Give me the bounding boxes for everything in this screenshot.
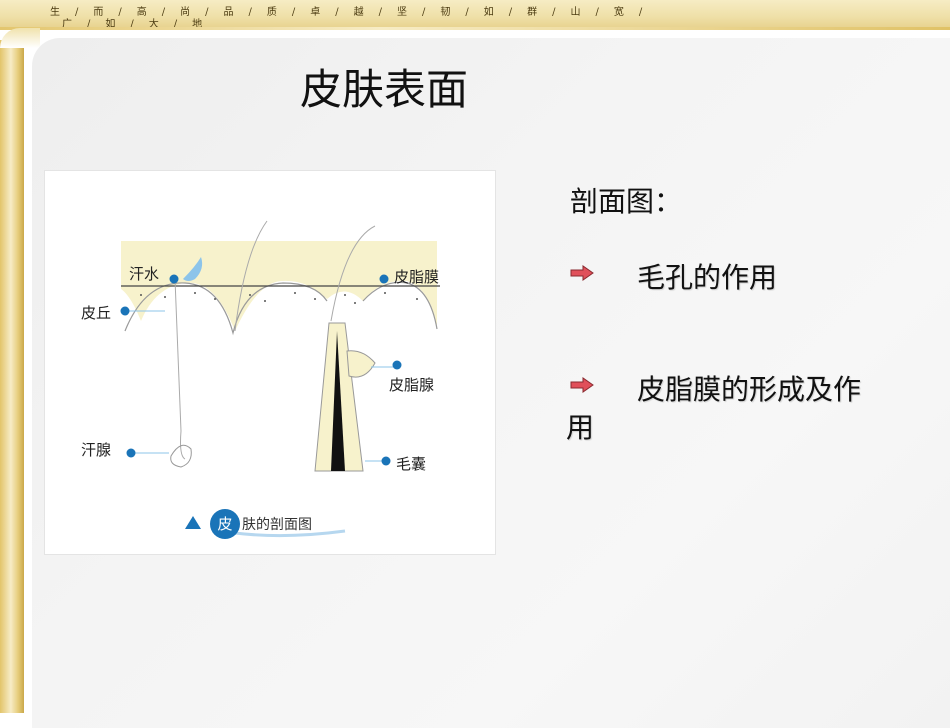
- banner-char: /: [335, 7, 340, 18]
- banner-char: /: [173, 19, 179, 30]
- banner-char: /: [508, 7, 514, 18]
- sebum-dots: [140, 292, 418, 304]
- banner-char: 质: [266, 7, 278, 18]
- banner-char: /: [291, 7, 297, 18]
- banner-char: /: [87, 19, 92, 30]
- label-sebaceous-gland: 皮脂腺: [389, 376, 435, 394]
- banner-row-2: 广 / 如 / 大 / 地: [62, 15, 217, 30]
- banner-char: 品: [223, 7, 235, 18]
- banner-char: /: [378, 7, 383, 18]
- sebaceous-gland-shape: [346, 350, 376, 378]
- banner-char: 越: [353, 7, 365, 18]
- arrow-right-icon: [570, 265, 594, 281]
- banner-char: 如: [483, 7, 495, 18]
- banner-char: /: [422, 7, 427, 18]
- bullet-item: 皮脂膜的形成及作: [637, 373, 862, 406]
- bullet-item-continuation: 用: [566, 411, 595, 444]
- banner-char: /: [552, 7, 557, 18]
- banner-char: 宽: [613, 7, 625, 18]
- banner-char: 卓: [310, 7, 322, 18]
- banner-char: 山: [570, 7, 582, 18]
- banner-char: /: [130, 19, 135, 30]
- label-sweat: 汗水: [129, 265, 160, 283]
- skin-cross-section-diagram: 汗水 皮脂膜 皮丘 皮脂腺 汗腺 毛囊 皮 肤的剖面图: [44, 170, 496, 555]
- left-decor-bar: [0, 40, 24, 713]
- label-sebum-film: 皮脂膜: [394, 268, 440, 286]
- banner-char: 韧: [440, 7, 452, 18]
- slide-title: 皮肤表面: [300, 65, 469, 114]
- top-banner: 生 / 而 / 高 / 尚 / 品 / 质 / 卓 / 越 / 坚 / 韧 / 如 / 群 / 山 / 宽 / 广 / 如 / 大 / 地: [0, 0, 950, 30]
- banner-char: 地: [192, 19, 204, 30]
- label-sweat-gland: 汗腺: [81, 441, 112, 459]
- arrow-right-icon: [570, 377, 594, 393]
- caption-badge: 皮: [210, 509, 240, 539]
- banner-char: 群: [527, 7, 539, 18]
- caption-text: 肤的剖面图: [242, 517, 312, 533]
- banner-char: 如: [105, 19, 117, 30]
- skin-diagram-art: [120, 220, 440, 538]
- label-hair-follicle: 毛囊: [396, 455, 427, 473]
- banner-char: /: [638, 7, 644, 18]
- label-skin-ridge: 皮丘: [81, 304, 112, 322]
- banner-char: 大: [148, 19, 160, 30]
- banner-char: /: [465, 7, 470, 18]
- corner-decor: [0, 28, 40, 48]
- banner-char: 坚: [397, 7, 408, 18]
- subheading: 剖面图：: [570, 185, 683, 218]
- sweat-duct: [174, 278, 186, 460]
- banner-char: 生: [50, 7, 61, 18]
- banner-char: /: [595, 7, 600, 18]
- bullet-item: 毛孔的作用: [637, 261, 778, 294]
- banner-char: /: [248, 7, 253, 18]
- banner-char: 广: [62, 19, 73, 30]
- triangle-icon: [185, 516, 201, 529]
